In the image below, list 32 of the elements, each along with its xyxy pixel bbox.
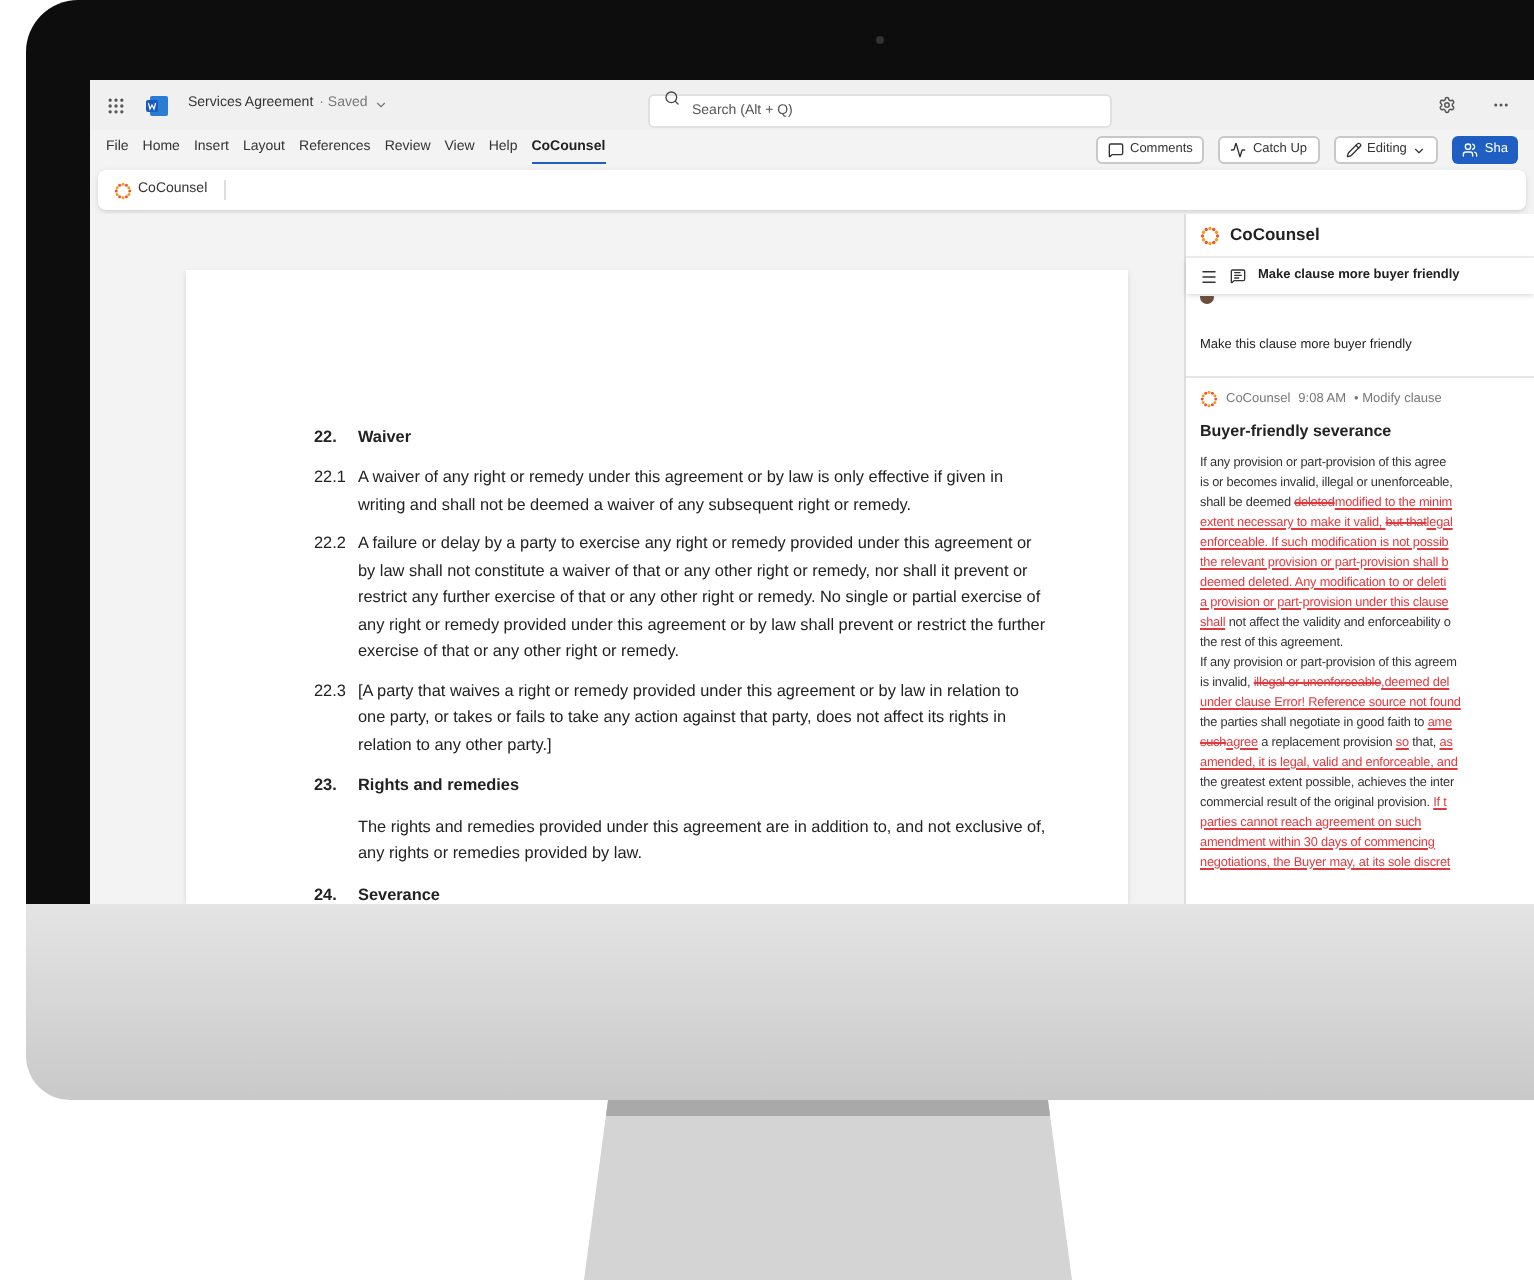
section-heading: Waiver (358, 426, 412, 450)
cocounsel-logo-icon (114, 181, 132, 199)
chat-icon (1230, 268, 1246, 284)
pencil-icon (1345, 142, 1362, 158)
response-heading: Buyer-friendly severance (1200, 419, 1394, 444)
section-number: 23. (314, 774, 339, 799)
clause-number: 22.1 (314, 466, 348, 491)
cocounsel-logo-icon (1200, 225, 1220, 245)
clause-text: [A party that waives a right or remedy provided under this agreement or by law in relation to one party, or takes or fails to take any action against that party, does not affect its rights in relation to any other party.] (358, 679, 1021, 758)
clause-number: 22.3 (314, 679, 348, 704)
document-app-icon[interactable] (146, 95, 168, 115)
caret-icon[interactable] (373, 98, 388, 112)
clause-number: 22.2 (314, 532, 348, 557)
search-icon (664, 90, 680, 106)
section-heading: Rights and remedies (358, 774, 520, 799)
camera-icon (876, 36, 884, 44)
section-number: 24. (314, 883, 339, 904)
cocounsel-logo-icon (1200, 390, 1218, 409)
pulse-icon (1230, 142, 1247, 158)
menu-icon[interactable] (1200, 267, 1218, 285)
section-heading: Severance (358, 883, 440, 904)
panel-title: CoCounsel (1230, 222, 1320, 248)
comment-icon (1108, 142, 1124, 158)
clause-text: A waiver of any right or remedy under this agreement or by law is only effective if given in writing and shall not be deemed a waiver of any subsequent right or remedy. (358, 466, 1006, 518)
settings-icon[interactable] (1438, 96, 1456, 114)
section-number: 22. (314, 426, 339, 450)
clause-text: A failure or delay by a party to exercise any right or remedy provided under this agreement or by law shall not constitute a waiver of that or any other right or remedy, nor shall it prevent or restrict any further exercise of that or any other right or remedy. No single or partial exercise of any right or remedy provided under this agreement or by law shall prevent or restrict the further exercise of that or any other right or remedy. (358, 532, 1048, 665)
section-body: The rights and remedies provided under this agreement are in addition to, and not exclusive of, any rights or remedies provided by law. (356, 815, 1048, 867)
user-avatar (1200, 296, 1214, 304)
caret-icon (1412, 143, 1427, 157)
people-icon (1462, 142, 1479, 158)
app-launcher-icon[interactable] (106, 95, 126, 115)
